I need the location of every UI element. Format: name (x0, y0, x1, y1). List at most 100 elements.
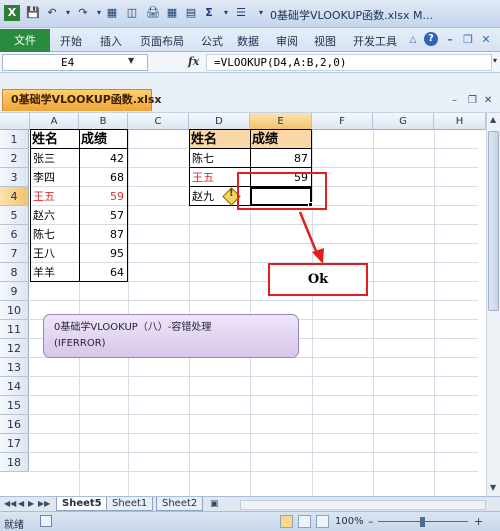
minimize-window-icon[interactable]: – (442, 32, 458, 48)
undo-icon[interactable]: ↶ (44, 5, 60, 21)
tab-data[interactable]: 数据 (237, 33, 259, 49)
borders-icon[interactable]: ▦ (104, 5, 120, 21)
row-header[interactable]: 10 (0, 301, 29, 320)
select-all-corner[interactable] (0, 113, 30, 130)
column-header-g[interactable]: G (373, 113, 434, 130)
cell-b2[interactable]: 42 (79, 149, 128, 168)
sheet-tab-sheet5[interactable]: Sheet5 (56, 497, 108, 511)
page-layout-view-icon[interactable] (298, 515, 311, 528)
cell-b5[interactable]: 57 (79, 206, 128, 225)
row-header[interactable]: 1 (0, 130, 29, 149)
row-header[interactable]: 6 (0, 225, 29, 244)
page-break-view-icon[interactable] (316, 515, 329, 528)
horizontal-scrollbar[interactable] (240, 500, 486, 510)
cell-b8[interactable]: 64 (79, 263, 128, 282)
cell-a6[interactable]: 陈七 (30, 225, 79, 244)
insert-function-button[interactable]: fx (188, 55, 199, 68)
minimize-ribbon-icon[interactable]: △ (405, 32, 421, 48)
prev-sheet-icon[interactable]: ◀ (18, 499, 24, 508)
name-box-dropdown-icon[interactable]: ▼ (128, 56, 134, 65)
zoom-out-icon[interactable]: – (368, 515, 374, 528)
tab-review[interactable]: 审阅 (276, 33, 298, 49)
merge-icon[interactable]: ◫ (124, 5, 140, 21)
row-header[interactable]: 11 (0, 320, 29, 339)
close-window-icon[interactable]: ✕ (478, 32, 494, 48)
column-header-b[interactable]: B (79, 113, 128, 130)
row-header[interactable]: 15 (0, 396, 29, 415)
cell-b4[interactable]: 59 (79, 187, 128, 206)
tab-insert[interactable]: 插入 (100, 33, 122, 49)
cell-b3[interactable]: 68 (79, 168, 128, 187)
row-header[interactable]: 7 (0, 244, 29, 263)
scroll-up-icon[interactable]: ▲ (490, 115, 496, 124)
column-header-e[interactable]: E (250, 113, 312, 130)
cell-b1[interactable]: 成绩 (79, 130, 128, 149)
row-header[interactable]: 14 (0, 377, 29, 396)
table-icon[interactable]: ▦ (164, 5, 180, 21)
vertical-scrollbar[interactable]: ▲ ▼ (486, 113, 500, 496)
autosum-icon[interactable]: Σ (201, 5, 217, 21)
cell-a5[interactable]: 赵六 (30, 206, 79, 225)
row-header[interactable]: 17 (0, 434, 29, 453)
workbook-restore-icon[interactable]: ❐ (468, 95, 477, 106)
tab-page-layout[interactable]: 页面布局 (140, 33, 184, 49)
vertical-scroll-thumb[interactable] (488, 131, 499, 311)
tab-home[interactable]: 开始 (60, 33, 82, 49)
cell-d1[interactable]: 姓名 (189, 130, 250, 149)
row-header[interactable]: 12 (0, 339, 29, 358)
last-sheet-icon[interactable]: ▶▶ (38, 499, 50, 508)
row-header[interactable]: 4 (0, 187, 29, 206)
zoom-slider-knob[interactable] (420, 517, 425, 527)
restore-window-icon[interactable]: ❐ (460, 32, 476, 48)
row-header[interactable]: 3 (0, 168, 29, 187)
cell-a2[interactable]: 张三 (30, 149, 79, 168)
sheet-tab-sheet2[interactable]: Sheet2 (156, 497, 204, 511)
normal-view-icon[interactable] (280, 515, 293, 528)
workbook-close-icon[interactable]: ✕ (484, 95, 492, 106)
row-header[interactable]: 18 (0, 453, 29, 472)
cell-a1[interactable]: 姓名 (30, 130, 79, 149)
column-header-c[interactable]: C (128, 113, 189, 130)
save-icon[interactable]: 💾 (25, 5, 41, 21)
cell-e2[interactable]: 87 (250, 149, 312, 168)
first-sheet-icon[interactable]: ◀◀ (4, 499, 16, 508)
print-preview-icon[interactable]: 🖨 (145, 5, 161, 21)
expand-formula-bar-icon[interactable]: ▾ (493, 56, 497, 65)
next-sheet-icon[interactable]: ▶ (28, 499, 34, 508)
redo-icon[interactable]: ↷ (75, 5, 91, 21)
sheet-tab-sheet1[interactable]: Sheet1 (106, 497, 154, 511)
cell-d2[interactable]: 陈七 (189, 149, 250, 168)
row-header[interactable]: 13 (0, 358, 29, 377)
column-header-a[interactable]: A (30, 113, 79, 130)
tab-formulas[interactable]: 公式 (201, 33, 223, 49)
macro-record-icon[interactable] (40, 515, 52, 527)
zoom-level[interactable]: 100% (335, 516, 364, 527)
workbook-minimize-icon[interactable]: – (452, 95, 457, 106)
cell-b6[interactable]: 87 (79, 225, 128, 244)
help-icon[interactable]: ? (424, 32, 438, 46)
row-header[interactable]: 8 (0, 263, 29, 282)
formula-input[interactable]: =VLOOKUP(D4,A:B,2,0) (206, 54, 492, 71)
quick-access-dropdown-icon[interactable]: ▾ (253, 5, 269, 21)
cell-a8[interactable]: 羊羊 (30, 263, 79, 282)
tab-file[interactable]: 文件 (0, 29, 50, 52)
cell-a3[interactable]: 李四 (30, 168, 79, 187)
row-header[interactable]: 2 (0, 149, 29, 168)
zoom-in-icon[interactable]: + (474, 515, 483, 528)
column-header-f[interactable]: F (312, 113, 373, 130)
row-header[interactable]: 16 (0, 415, 29, 434)
scroll-down-icon[interactable]: ▼ (490, 483, 496, 492)
column-header-h[interactable]: H (434, 113, 486, 130)
column-header-d[interactable]: D (189, 113, 250, 130)
cell-e1[interactable]: 成绩 (250, 130, 312, 149)
insert-sheet-icon[interactable]: ▣ (210, 499, 219, 509)
row-header[interactable]: 5 (0, 206, 29, 225)
worksheet-grid[interactable]: A B C D E F G H 1 2 3 4 5 6 7 8 9 10 11 … (0, 113, 500, 496)
undo-dropdown-icon[interactable]: ▾ (60, 5, 76, 21)
cell-a4[interactable]: 王五 (30, 187, 79, 206)
cell-b7[interactable]: 95 (79, 244, 128, 263)
cell-a7[interactable]: 王八 (30, 244, 79, 263)
row-header[interactable]: 9 (0, 282, 29, 301)
autosum-dropdown-icon[interactable]: ▾ (218, 5, 234, 21)
workbook-tab[interactable]: 0基础学VLOOKUP函数.xlsx (2, 89, 162, 111)
